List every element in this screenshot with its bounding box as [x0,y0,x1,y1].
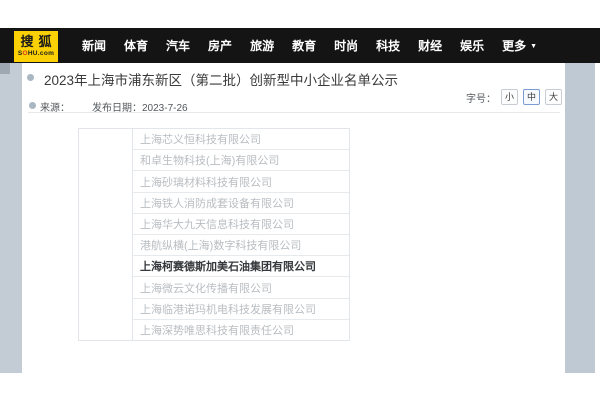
font-size-medium-button[interactable]: 中 [523,89,540,105]
table-row: 上海微云文化传播有限公司 [133,277,349,298]
nav-item-realestate[interactable]: 房产 [208,37,232,54]
table-row: 港航纵横(上海)数字科技有限公司 [133,235,349,256]
nav-item-education[interactable]: 教育 [292,37,316,54]
bullet-icon [29,102,36,109]
nav-item-tech[interactable]: 科技 [376,37,400,54]
nav-item-entertainment[interactable]: 娱乐 [460,37,484,54]
nav-item-more[interactable]: 更多 ▼ [502,37,537,54]
nav-item-fashion[interactable]: 时尚 [334,37,358,54]
right-page-margin [565,63,595,373]
table-row: 上海砂璃材料科技有限公司 [133,171,349,192]
company-table: 上海芯义恒科技有限公司 和卓生物科技(上海)有限公司 上海砂璃材料科技有限公司 … [78,128,350,341]
logo-domain-rest: HU.com [28,50,54,57]
browser-viewport: 搜狐 SOHU.com 新闻 体育 汽车 房产 旅游 教育 时尚 科技 财经 娱… [0,0,600,400]
nav-item-sports[interactable]: 体育 [124,37,148,54]
nav-item-auto[interactable]: 汽车 [166,37,190,54]
more-label: 更多 [502,39,526,53]
sohu-logo-text: 搜狐 [14,34,58,50]
nav-bar: 搜狐 SOHU.com 新闻 体育 汽车 房产 旅游 教育 时尚 科技 财经 娱… [0,28,600,63]
scrollbar-thumb[interactable] [0,63,10,74]
sohu-logo[interactable]: 搜狐 SOHU.com [14,31,58,62]
chevron-down-icon: ▼ [530,43,537,50]
table-rows: 上海芯义恒科技有限公司 和卓生物科技(上海)有限公司 上海砂璃材料科技有限公司 … [133,129,349,340]
main-navigation: 新闻 体育 汽车 房产 旅游 教育 时尚 科技 财经 娱乐 更多 ▼ [82,28,537,63]
nav-item-finance[interactable]: 财经 [418,37,442,54]
table-row: 上海华大九天信息科技有限公司 [133,214,349,235]
table-row: 上海铁人消防成套设备有限公司 [133,193,349,214]
bullet-icon [27,74,34,81]
sohu-logo-domain: SOHU.com [14,50,58,57]
table-row: 和卓生物科技(上海)有限公司 [133,150,349,171]
font-size-label: 字号： [466,90,496,105]
font-size-large-button[interactable]: 大 [545,89,562,105]
table-empty-column [79,129,133,340]
table-row: 上海芯义恒科技有限公司 [133,129,349,150]
divider [28,112,560,113]
table-row: 上海临港诺玛机电科技发展有限公司 [133,299,349,320]
table-row-highlighted: 上海柯赛德斯加美石油集团有限公司 [133,256,349,277]
font-size-controls: 字号： 小 中 大 [466,89,562,105]
nav-item-travel[interactable]: 旅游 [250,37,274,54]
left-page-margin [0,63,22,373]
table-row: 上海深势唯思科技有限责任公司 [133,320,349,340]
nav-item-news[interactable]: 新闻 [82,37,106,54]
font-size-small-button[interactable]: 小 [501,89,518,105]
page-title: 2023年上海市浦东新区（第二批）创新型中小企业名单公示 [44,69,398,89]
